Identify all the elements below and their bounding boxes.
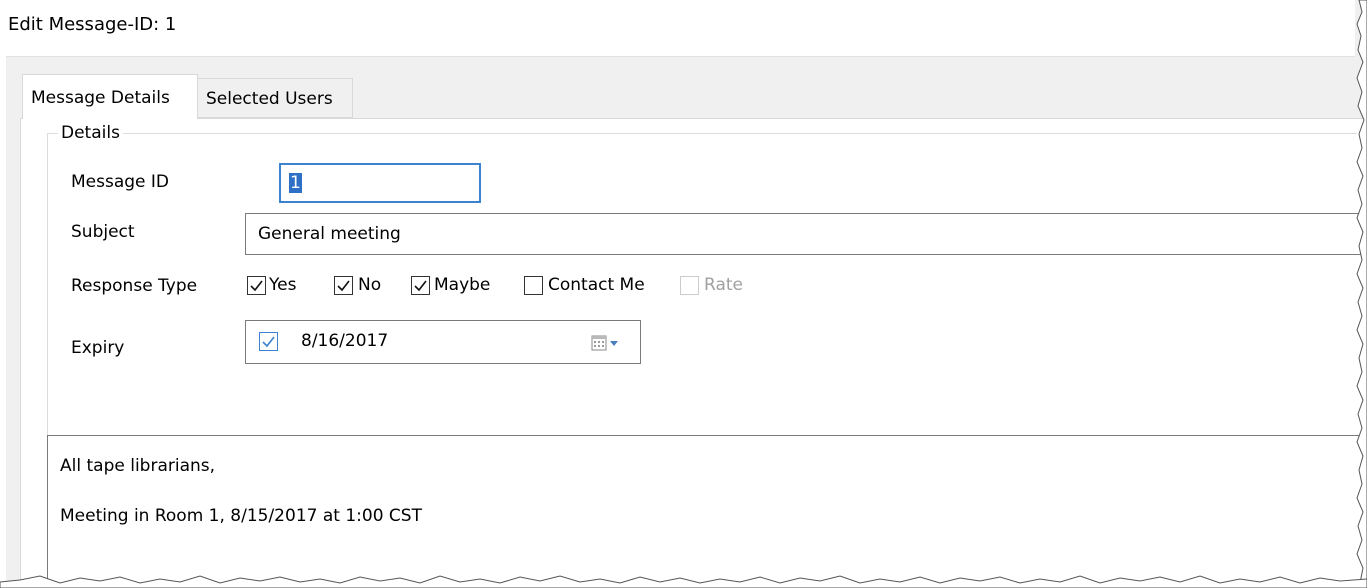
message-id-field[interactable]: 1 [279, 163, 481, 203]
checkmark-icon [250, 280, 263, 292]
response-type-label: Response Type [71, 276, 198, 296]
tab-message-details[interactable]: Message Details [22, 74, 198, 119]
message-id-label: Message ID [71, 172, 170, 192]
expiry-label: Expiry [71, 338, 125, 358]
response-rate-label: Rate [704, 275, 743, 295]
tab-selected-users[interactable]: Selected Users [197, 78, 353, 118]
edit-message-window: Edit Message-ID: 1 Message Details Selec… [0, 0, 1367, 588]
expiry-enabled-checkbox[interactable] [259, 332, 278, 351]
response-contact-me-label[interactable]: Contact Me [548, 275, 645, 295]
window-left-edge [0, 56, 6, 588]
subject-label: Subject [71, 222, 135, 242]
tab-label: Message Details [31, 88, 170, 108]
torn-edge-bottom [0, 575, 1367, 588]
checkmark-icon [414, 280, 427, 292]
response-maybe-label[interactable]: Maybe [434, 275, 490, 295]
calendar-dropdown-icon[interactable] [591, 333, 627, 353]
response-no-label[interactable]: No [358, 275, 381, 295]
window-title: Edit Message-ID: 1 [8, 14, 177, 35]
response-rate-checkbox [680, 276, 699, 295]
torn-edge-right [1356, 0, 1367, 588]
checkmark-icon [337, 280, 350, 292]
subject-value: General meeting [258, 224, 401, 244]
title-bar: Edit Message-ID: 1 [0, 0, 1355, 57]
response-yes-checkbox[interactable] [247, 276, 266, 295]
message-body-textarea[interactable]: All tape librarians, Meeting in Room 1, … [47, 435, 1367, 588]
expiry-date-picker[interactable]: 8/16/2017 [245, 320, 641, 364]
checkmark-icon [262, 336, 275, 348]
response-contact-me-checkbox[interactable] [524, 276, 543, 295]
tab-label: Selected Users [206, 89, 333, 109]
response-yes-label[interactable]: Yes [269, 275, 296, 295]
details-legend: Details [61, 123, 120, 143]
message-body-line: All tape librarians, [60, 456, 216, 476]
subject-field[interactable]: General meeting [245, 213, 1367, 255]
message-body-line: Meeting in Room 1, 8/15/2017 at 1:00 CST [60, 506, 422, 526]
response-no-checkbox[interactable] [334, 276, 353, 295]
message-id-value: 1 [289, 173, 302, 193]
expiry-date-value: 8/16/2017 [301, 331, 389, 351]
response-maybe-checkbox[interactable] [411, 276, 430, 295]
